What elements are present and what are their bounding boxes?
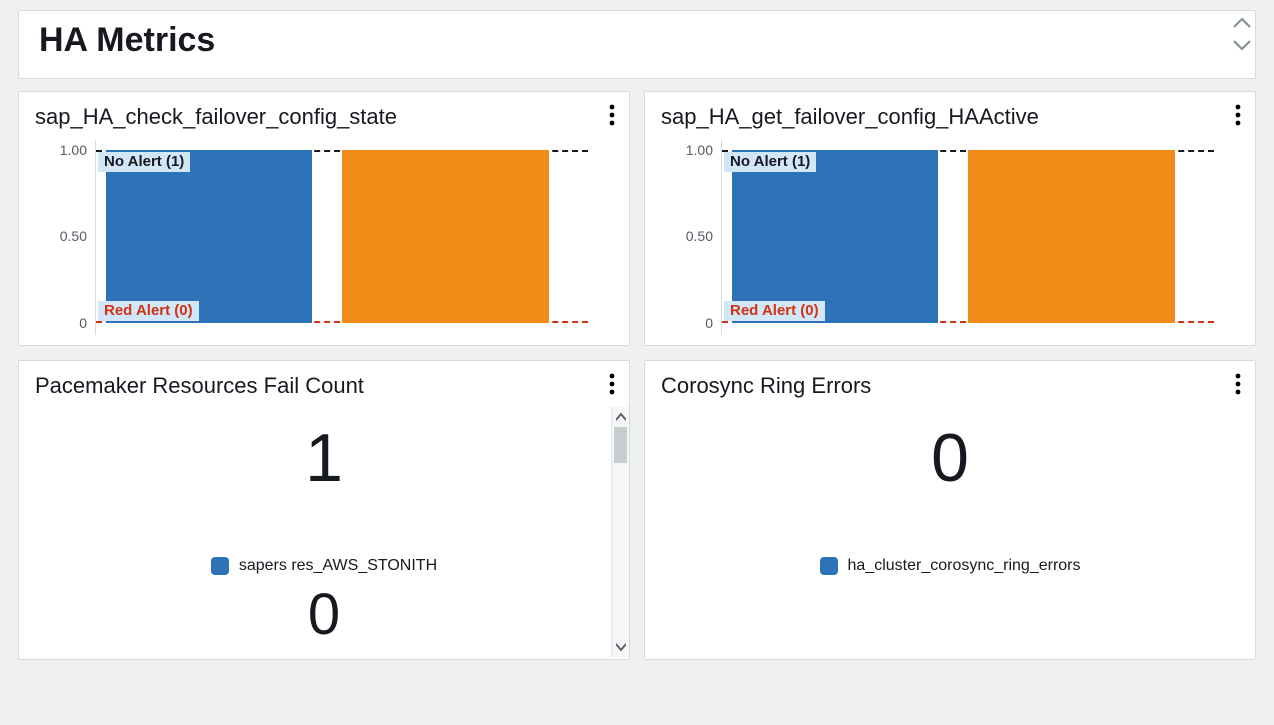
annotation-no-alert: No Alert (1) [98,152,190,172]
annotation-red-alert: Red Alert (0) [98,301,199,321]
section-header: HA Metrics [18,10,1256,79]
y-tick: 1.00 [60,142,87,158]
widget-menu-button[interactable] [1235,104,1241,126]
scroll-down-icon[interactable] [1233,39,1251,51]
widget-menu-button[interactable] [609,373,615,395]
widget-menu-button[interactable] [1235,373,1241,395]
legend-label: ha_cluster_corosync_ring_errors [848,557,1081,575]
widget-title: sap_HA_get_failover_config_HAActive [661,104,1239,130]
legend: ha_cluster_corosync_ring_errors [661,557,1239,575]
widget-title: Pacemaker Resources Fail Count [35,373,613,399]
y-tick: 0 [705,315,713,331]
metric-value-primary: 0 [661,419,1239,497]
section-title: HA Metrics [39,21,1235,60]
scroll-down-icon[interactable] [612,637,629,657]
legend-swatch-icon [820,557,838,575]
y-tick: 0.50 [686,228,713,244]
scroll-thumb[interactable] [614,427,627,463]
y-tick: 1.00 [686,142,713,158]
bar-series-1 [106,150,313,323]
widget-title: Corosync Ring Errors [661,373,1239,399]
widget-pacemaker-fail-count: Pacemaker Resources Fail Count 1 sapers … [18,360,630,660]
metric-value-secondary: 0 [35,581,613,648]
y-axis: 1.00 0.50 0 [35,140,95,335]
scroll-up-icon[interactable] [1233,17,1251,29]
scroll-track[interactable] [612,427,629,637]
bar-series-2 [342,150,549,323]
widget-scrollbar[interactable] [611,407,629,657]
plot: No Alert (1) Red Alert (0) [721,140,1239,335]
plot: No Alert (1) Red Alert (0) [95,140,613,335]
metric-value-primary: 1 [35,419,613,497]
widget-sap-ha-get-failover-config-haactive: sap_HA_get_failover_config_HAActive 1.00… [644,91,1256,346]
legend-swatch-icon [211,557,229,575]
legend: sapers res_AWS_STONITH [35,557,613,575]
y-tick: 0 [79,315,87,331]
widget-title: sap_HA_check_failover_config_state [35,104,613,130]
chart-area: 1.00 0.50 0 No Alert (1) Red Alert (0) [661,140,1239,335]
y-axis: 1.00 0.50 0 [661,140,721,335]
widget-menu-button[interactable] [609,104,615,126]
widget-sap-ha-check-failover-config-state: sap_HA_check_failover_config_state 1.00 … [18,91,630,346]
scroll-up-icon[interactable] [612,407,629,427]
chart-area: 1.00 0.50 0 No Alert (1) Red Alert (0) [35,140,613,335]
annotation-red-alert: Red Alert (0) [724,301,825,321]
y-tick: 0.50 [60,228,87,244]
widget-corosync-ring-errors: Corosync Ring Errors 0 ha_cluster_corosy… [644,360,1256,660]
bar-series-2 [968,150,1175,323]
annotation-no-alert: No Alert (1) [724,152,816,172]
bar-series-1 [732,150,939,323]
header-scroll-controls [1233,17,1251,51]
legend-label: sapers res_AWS_STONITH [239,557,437,575]
